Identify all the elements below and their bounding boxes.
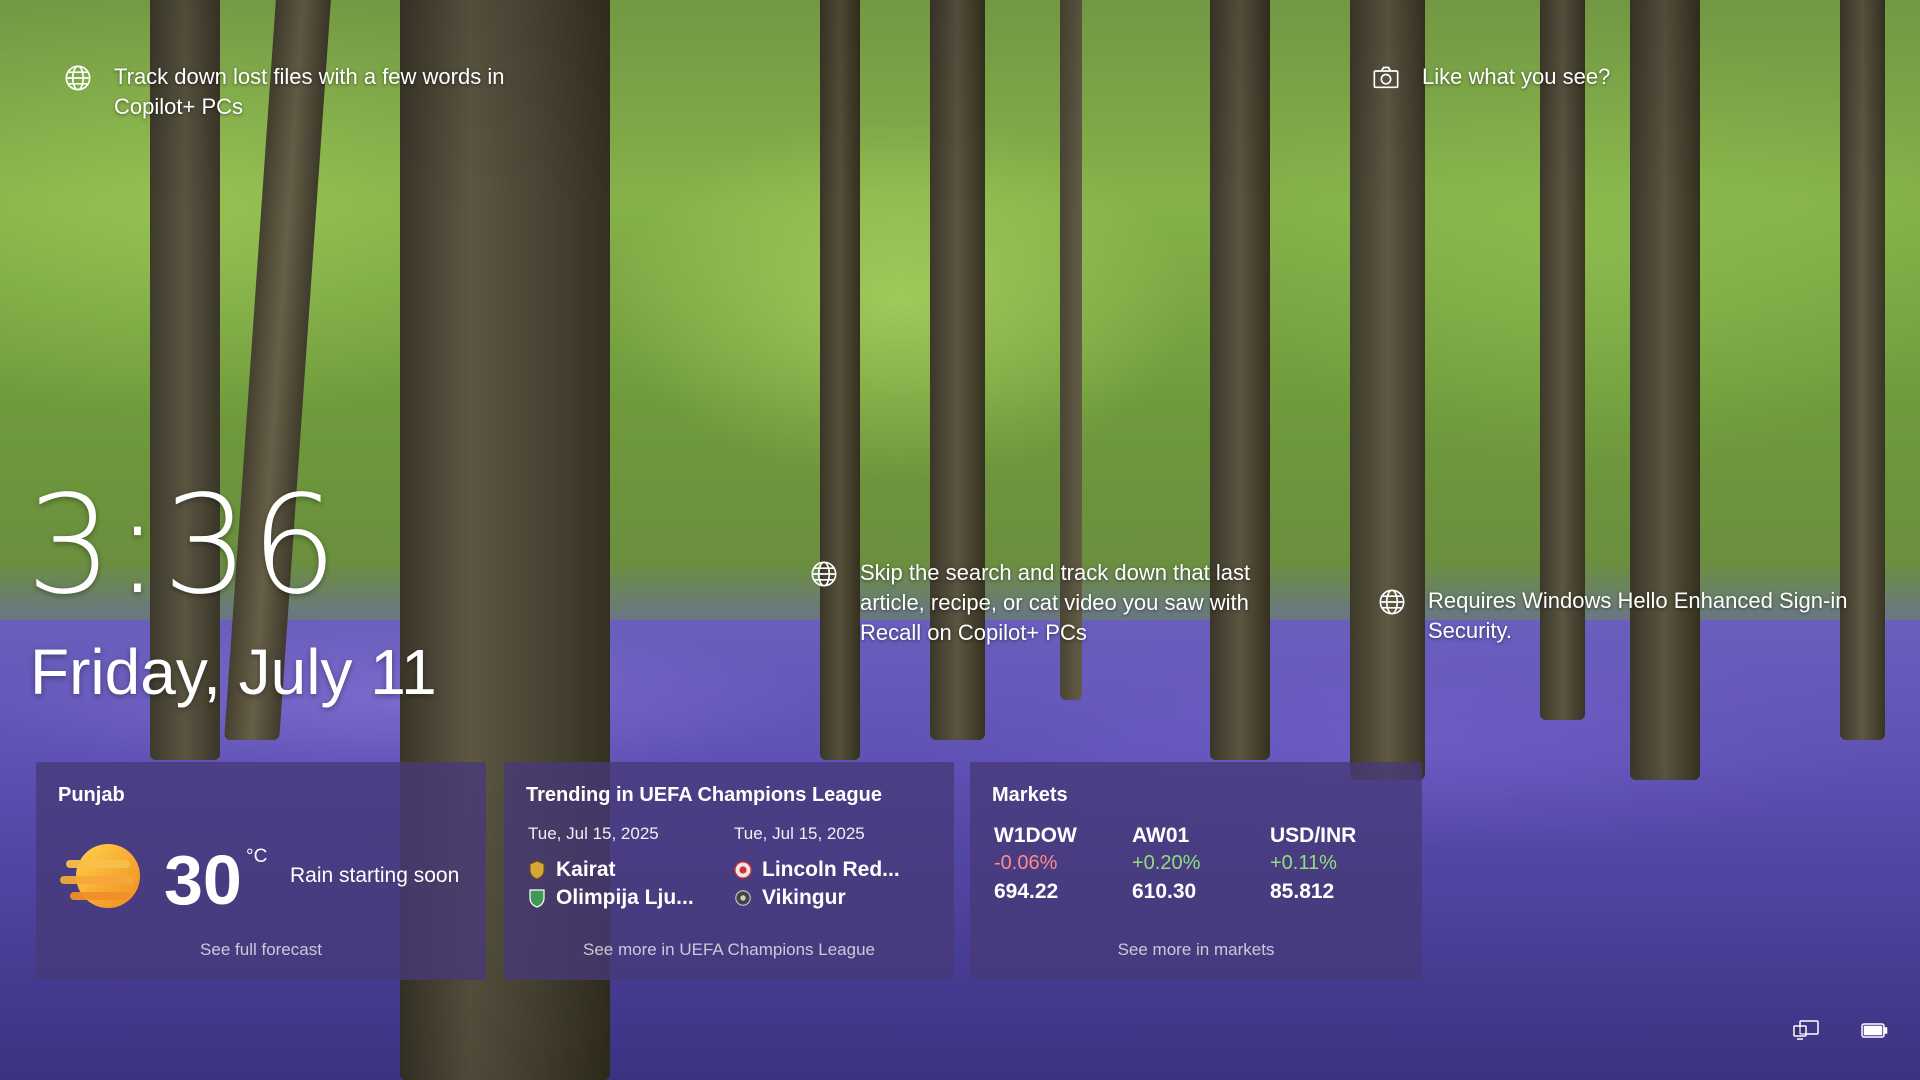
weather-card[interactable]: Punjab 30 °C Rain starting soon See full… [36,762,486,980]
stock-price: 85.812 [1270,880,1335,903]
stock-change: +0.20% [1132,852,1201,874]
battery-icon[interactable] [1860,1018,1888,1042]
team-name: Olimpija Lju... [556,886,694,909]
globe-icon [811,561,837,587]
markets-card[interactable]: Markets W1DOW -0.06% 694.22 AW01 +0.20% … [970,762,1422,980]
stock-price: 610.30 [1132,880,1197,903]
like-what-you-see[interactable]: Like what you see? [1372,62,1672,92]
team-row: Kairat [528,856,728,884]
globe-icon [1379,589,1405,615]
stock-symbol: USD/INR [1270,824,1357,847]
team-name: Lincoln Red... [762,858,900,881]
clock-date: Friday, July 11 [30,636,437,708]
tip-text: Skip the search and track down that last… [860,560,1251,645]
team-row: Olimpija Lju... [528,884,728,912]
tip-recall[interactable]: Skip the search and track down that last… [810,558,1290,648]
stock-price: 694.22 [994,880,1059,903]
stock-item[interactable]: USD/INR +0.11% 85.812 [1270,824,1410,908]
team-badge-icon [529,860,545,880]
sun-haze-icon [60,844,140,908]
stock-item[interactable]: W1DOW -0.06% 694.22 [994,824,1134,908]
weather-location: Punjab [58,784,125,806]
camera-icon [1373,66,1399,89]
weather-temperature: 30 [164,841,242,919]
match-column[interactable]: Tue, Jul 15, 2025 Kairat Olimpija Lju... [528,824,728,912]
tip-text: Requires Windows Hello Enhanced Sign-in … [1428,588,1848,643]
clock-time: 3:36 [26,467,340,625]
team-name: Kairat [556,858,616,881]
match-date: Tue, Jul 15, 2025 [528,824,659,843]
team-row: Vikingur [734,884,934,912]
see-more-champions-league-link[interactable]: See more in UEFA Champions League [504,940,954,960]
stock-change: +0.11% [1270,852,1337,874]
stock-item[interactable]: AW01 +0.20% 610.30 [1132,824,1272,908]
tip-windows-hello[interactable]: Requires Windows Hello Enhanced Sign-in … [1378,586,1858,646]
team-badge-icon [735,890,751,906]
stock-symbol: W1DOW [994,824,1077,847]
see-more-markets-link[interactable]: See more in markets [970,940,1422,960]
weather-condition: Rain starting soon [290,864,460,887]
tip-text: Like what you see? [1422,64,1611,89]
stock-symbol: AW01 [1132,824,1190,847]
match-column[interactable]: Tue, Jul 15, 2025 Lincoln Red... Vikingu… [734,824,934,912]
team-name: Vikingur [762,886,846,909]
team-badge-icon [529,889,545,908]
team-row: Lincoln Red... [734,856,934,884]
see-full-forecast-link[interactable]: See full forecast [36,940,486,960]
globe-icon [65,65,91,91]
tip-text: Track down lost files with a few words i… [114,64,505,119]
team-badge-icon [734,861,752,879]
sports-card[interactable]: Trending in UEFA Champions League Tue, J… [504,762,954,980]
tip-lost-files[interactable]: Track down lost files with a few words i… [64,62,544,122]
markets-title: Markets [992,784,1068,806]
match-date: Tue, Jul 15, 2025 [734,824,865,843]
sports-title: Trending in UEFA Champions League [526,784,882,806]
network-icon[interactable] [1792,1018,1820,1042]
stock-change: -0.06% [994,852,1058,874]
weather-unit: °C [246,846,268,867]
